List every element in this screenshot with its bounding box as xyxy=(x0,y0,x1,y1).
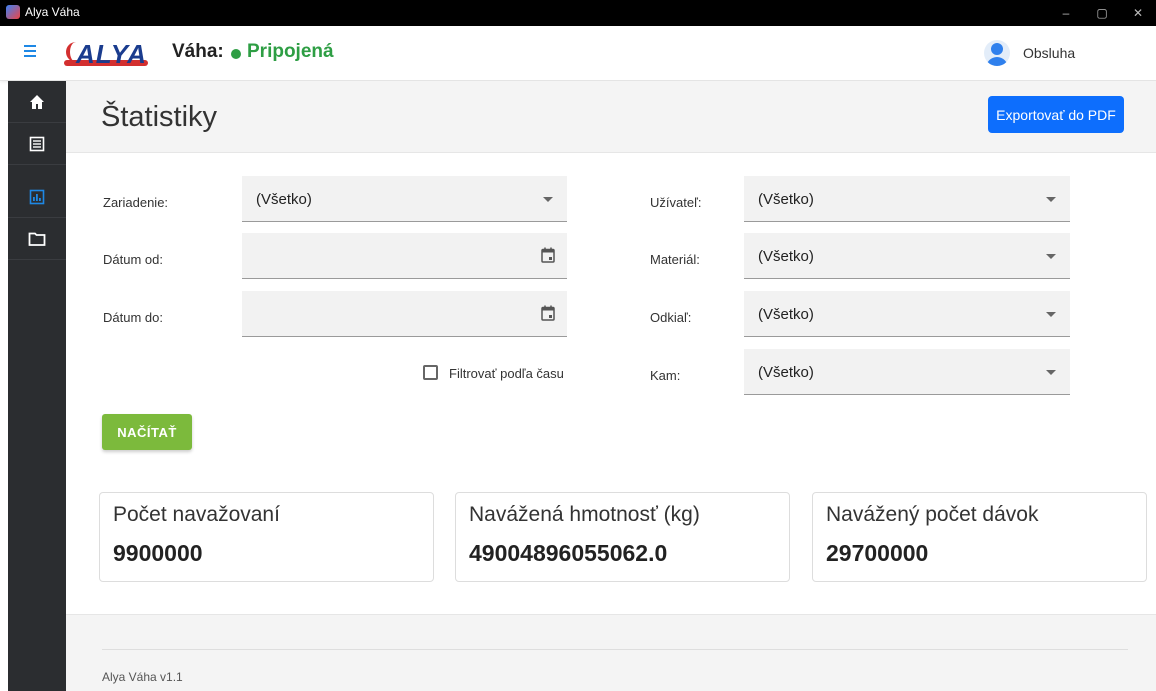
date-to-input[interactable] xyxy=(242,291,567,337)
user-select[interactable]: (Všetko) xyxy=(744,176,1070,222)
time-filter-checkbox[interactable] xyxy=(423,365,438,380)
stat-card-weight: Navážená hmotnosť (kg) 49004896055062.0 xyxy=(455,492,790,582)
scale-label: Váha: xyxy=(172,41,224,62)
date-from-input[interactable] xyxy=(242,233,567,279)
sidebar-item-files[interactable] xyxy=(8,218,66,260)
folder-icon xyxy=(28,232,46,246)
calendar-icon[interactable] xyxy=(541,247,555,263)
chevron-down-icon xyxy=(1046,312,1056,317)
date-from-label: Dátum od: xyxy=(103,252,163,267)
user-menu[interactable]: Obsluha xyxy=(984,40,1075,66)
maximize-button[interactable]: ▢ xyxy=(1084,0,1120,26)
export-pdf-button[interactable]: Exportovať do PDF xyxy=(988,96,1124,133)
app-header: ALYA Váha: Pripojená Obsluha xyxy=(0,26,1156,81)
stat-title: Počet navažovaní xyxy=(113,503,280,526)
device-select[interactable]: (Všetko) xyxy=(242,176,567,222)
version-text: Alya Váha v1.1 xyxy=(102,670,183,684)
menu-icon[interactable] xyxy=(24,45,40,59)
stat-title: Navážená hmotnosť (kg) xyxy=(469,503,700,526)
to-value: (Všetko) xyxy=(758,364,814,381)
footer: Alya Váha v1.1 xyxy=(66,614,1156,691)
chevron-down-icon xyxy=(1046,197,1056,202)
close-button[interactable]: ✕ xyxy=(1120,0,1156,26)
window-title: Alya Váha xyxy=(25,5,80,19)
avatar xyxy=(984,40,1010,66)
device-label: Zariadenie: xyxy=(103,195,169,210)
main-content: Štatistiky Exportovať do PDF Zariadenie:… xyxy=(66,81,1156,691)
to-label: Kam: xyxy=(650,368,681,383)
to-select[interactable]: (Všetko) xyxy=(744,349,1070,395)
home-icon xyxy=(30,94,44,109)
stat-value: 9900000 xyxy=(113,540,203,566)
minimize-button[interactable]: – xyxy=(1048,0,1084,26)
sidebar-item-records[interactable] xyxy=(8,123,66,165)
window-title-area: Alya Váha xyxy=(6,5,80,19)
sidebar xyxy=(8,81,66,691)
sidebar-item-home[interactable] xyxy=(8,81,66,123)
page-title: Štatistiky xyxy=(101,101,218,133)
status-dot-icon xyxy=(231,49,241,59)
stat-value: 29700000 xyxy=(826,540,929,566)
alya-logo: ALYA xyxy=(64,38,150,69)
material-select[interactable]: (Všetko) xyxy=(744,233,1070,279)
user-value: (Všetko) xyxy=(758,191,814,208)
list-icon xyxy=(29,136,45,151)
material-label: Materiál: xyxy=(650,252,700,267)
stat-value: 49004896055062.0 xyxy=(469,540,668,566)
date-to-label: Dátum do: xyxy=(103,310,163,325)
footer-divider xyxy=(102,649,1128,650)
stat-card-batches: Navážený počet dávok 29700000 xyxy=(812,492,1147,582)
chart-icon xyxy=(29,189,45,204)
from-select[interactable]: (Všetko) xyxy=(744,291,1070,337)
window-titlebar: Alya Váha – ▢ ✕ xyxy=(0,0,1156,26)
calendar-icon[interactable] xyxy=(541,305,555,321)
stat-title: Navážený počet dávok xyxy=(826,503,1039,526)
from-value: (Všetko) xyxy=(758,306,814,323)
material-value: (Všetko) xyxy=(758,248,814,265)
load-button[interactable]: NAČÍTAŤ xyxy=(102,414,192,450)
user-label: Užívateľ: xyxy=(650,195,702,210)
device-value: (Všetko) xyxy=(256,191,312,208)
chevron-down-icon xyxy=(1046,254,1056,259)
from-label: Odkiaľ: xyxy=(650,310,692,325)
connection-status: Pripojená xyxy=(247,41,334,62)
chevron-down-icon xyxy=(543,197,553,202)
page-header: Štatistiky Exportovať do PDF xyxy=(66,81,1156,153)
chevron-down-icon xyxy=(1046,370,1056,375)
time-filter-label: Filtrovať podľa času xyxy=(449,366,564,381)
window-controls: – ▢ ✕ xyxy=(1048,0,1156,26)
sidebar-item-statistics[interactable] xyxy=(8,176,66,218)
stat-card-weighings: Počet navažovaní 9900000 xyxy=(99,492,434,582)
user-name: Obsluha xyxy=(1023,45,1076,61)
app-icon xyxy=(6,5,20,19)
